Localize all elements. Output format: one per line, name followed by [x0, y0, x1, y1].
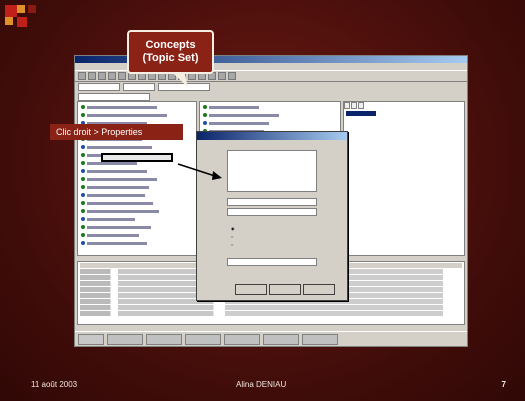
- footer-date: 11 août 2003: [31, 380, 78, 389]
- footer-author: Alina DENIAU: [236, 380, 287, 389]
- annotation-arrow: [177, 163, 222, 180]
- page-number: 7: [501, 380, 506, 389]
